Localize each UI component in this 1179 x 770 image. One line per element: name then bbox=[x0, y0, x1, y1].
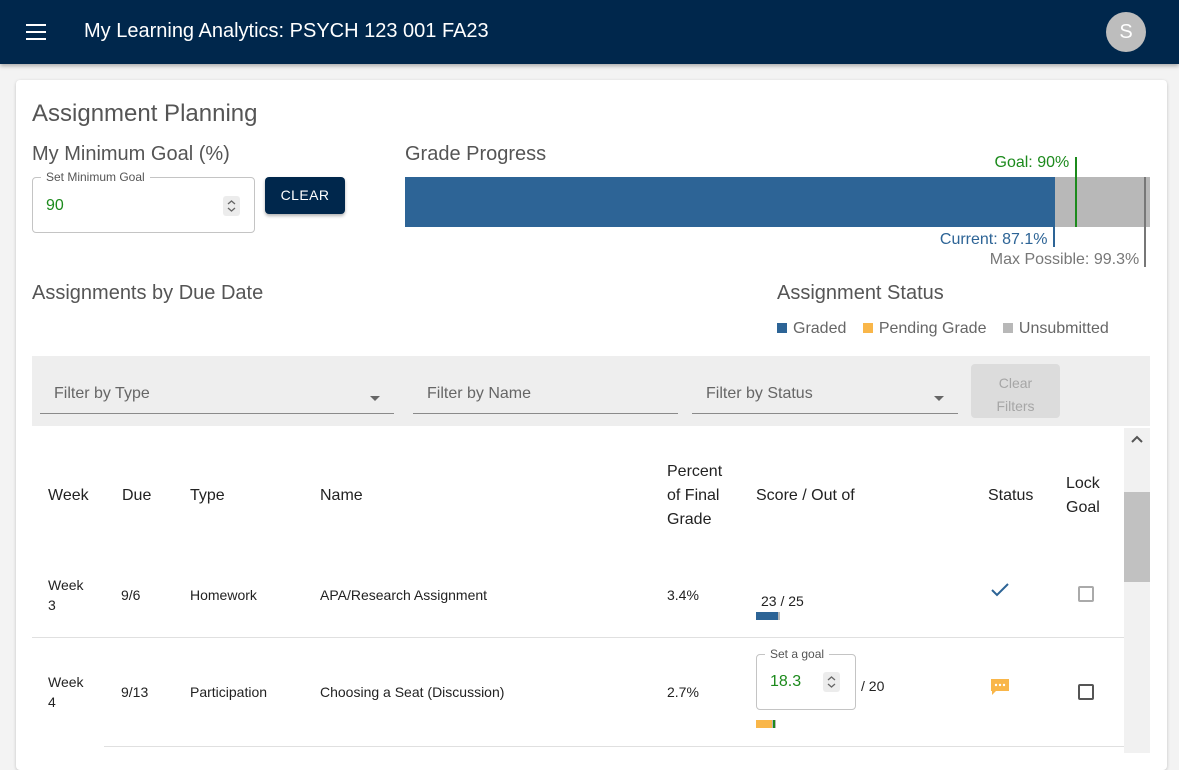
filter-by-name-input[interactable]: Filter by Name bbox=[413, 356, 678, 414]
header-percent-line: Grade bbox=[667, 511, 712, 528]
min-goal-field[interactable]: Set Minimum Goal 90 bbox=[32, 170, 255, 233]
chevron-down-icon bbox=[370, 396, 380, 401]
stepper-icon[interactable] bbox=[823, 672, 840, 692]
due-date-title: Assignments by Due Date bbox=[32, 282, 264, 304]
row2-goal-field[interactable]: Set a goal 18.3 bbox=[756, 647, 856, 710]
scroll-thumb[interactable] bbox=[1124, 492, 1150, 582]
row1-lock-goal-checkbox[interactable] bbox=[1078, 586, 1094, 602]
row2-score-bar bbox=[756, 720, 776, 728]
goal-tick bbox=[773, 720, 775, 728]
row2-week: Week 4 bbox=[48, 672, 84, 712]
legend-unsubmitted: Unsubmitted bbox=[1002, 320, 1109, 338]
row2-percent: 2.7% bbox=[667, 684, 699, 700]
page-title: Assignment Planning bbox=[32, 100, 258, 127]
score-out-of: / 25 bbox=[780, 593, 804, 609]
chevron-up-icon[interactable] bbox=[1131, 434, 1143, 444]
row2-type: Participation bbox=[190, 684, 268, 700]
current-grade-fill bbox=[405, 177, 1054, 227]
filter-name-placeholder: Filter by Name bbox=[427, 385, 532, 402]
row1-score-bar bbox=[756, 612, 780, 620]
clear-goal-button[interactable]: CLEAR bbox=[265, 177, 345, 214]
row2-lock-goal-checkbox[interactable] bbox=[1078, 684, 1094, 700]
clear-filters-button[interactable]: Clear Filters bbox=[971, 364, 1060, 418]
header-lock-line: Goal bbox=[1066, 499, 1100, 516]
legend-pending: Pending Grade bbox=[862, 320, 987, 338]
assignments-table: Week Due Type Name Percent of Final Grad… bbox=[32, 428, 1124, 770]
row1-percent: 3.4% bbox=[667, 587, 699, 603]
filter-by-status-select[interactable]: Filter by Status bbox=[692, 356, 958, 414]
chevron-down-icon bbox=[934, 396, 944, 401]
score-value: 23 bbox=[761, 593, 777, 609]
goal-fill bbox=[756, 720, 773, 728]
legend-label: Graded bbox=[793, 320, 847, 337]
clear-filters-label: Filters bbox=[996, 398, 1035, 414]
legend-graded: Graded bbox=[777, 320, 846, 338]
graded-swatch bbox=[777, 323, 787, 333]
header-percent: Percent of Final Grade bbox=[667, 460, 722, 532]
legend-label: Pending Grade bbox=[878, 320, 987, 337]
set-goal-label: Set a goal bbox=[765, 647, 830, 661]
current-marker bbox=[1052, 177, 1055, 247]
row2-out-of: / 20 bbox=[861, 678, 885, 694]
avatar[interactable]: S bbox=[1106, 12, 1146, 52]
app-title: My Learning Analytics: PSYCH 123 001 FA2… bbox=[84, 20, 489, 42]
app-bar: My Learning Analytics: PSYCH 123 001 FA2… bbox=[0, 0, 1179, 64]
goal-marker bbox=[1074, 157, 1077, 227]
status-legend-title: Assignment Status bbox=[777, 282, 944, 304]
min-goal-field-label: Set Minimum Goal bbox=[41, 170, 150, 184]
menu-icon[interactable] bbox=[26, 24, 46, 40]
header-status: Status bbox=[988, 487, 1034, 504]
grade-progress-bar bbox=[405, 177, 1150, 227]
week-label: Week bbox=[48, 577, 84, 593]
header-name: Name bbox=[320, 487, 363, 504]
header-score: Score / Out of bbox=[756, 487, 855, 504]
header-lock-line: Lock bbox=[1066, 475, 1100, 492]
header-week: Week bbox=[48, 487, 89, 504]
max-possible-label: Max Possible: 99.3% bbox=[989, 251, 1140, 268]
row1-score: 23 / 25 bbox=[761, 591, 804, 611]
filter-type-placeholder: Filter by Type bbox=[54, 385, 150, 402]
week-number: 3 bbox=[48, 597, 56, 613]
row1-due: 9/6 bbox=[121, 587, 141, 603]
assignment-planning-card: Assignment Planning My Minimum Goal (%) … bbox=[16, 80, 1167, 770]
row2-name: Choosing a Seat (Discussion) bbox=[320, 684, 505, 700]
unsubmitted-swatch bbox=[1002, 323, 1013, 333]
row1-week: Week 3 bbox=[48, 575, 84, 615]
table-scrollbar[interactable] bbox=[1124, 428, 1150, 753]
grade-progress-title: Grade Progress bbox=[405, 143, 547, 165]
filter-by-type-select[interactable]: Filter by Type bbox=[40, 356, 394, 414]
score-fill bbox=[756, 612, 779, 620]
header-type: Type bbox=[190, 487, 225, 504]
header-lock-goal: Lock Goal bbox=[1066, 472, 1100, 520]
filter-status-placeholder: Filter by Status bbox=[706, 385, 813, 402]
min-goal-title: My Minimum Goal (%) bbox=[32, 143, 230, 165]
row1-name: APA/Research Assignment bbox=[320, 587, 488, 603]
pending-swatch bbox=[862, 323, 873, 333]
legend-label: Unsubmitted bbox=[1018, 320, 1109, 337]
max-possible-marker bbox=[1143, 177, 1146, 267]
row2-goal-value[interactable]: 18.3 bbox=[770, 673, 801, 691]
comment-icon bbox=[989, 677, 1011, 702]
header-due: Due bbox=[122, 487, 152, 504]
check-icon bbox=[990, 582, 1010, 603]
filter-bar: Filter by Type Filter by Name Filter by … bbox=[32, 356, 1150, 426]
row-divider bbox=[32, 637, 1124, 638]
header-percent-line: Percent bbox=[667, 463, 723, 480]
stepper-icon[interactable] bbox=[223, 196, 240, 216]
goal-label: Goal: 90% bbox=[994, 154, 1070, 171]
min-goal-value[interactable]: 90 bbox=[46, 197, 64, 215]
row2-due: 9/13 bbox=[121, 684, 149, 700]
week-number: 4 bbox=[48, 694, 56, 710]
week-label: Week bbox=[48, 674, 84, 690]
clear-filters-label: Clear bbox=[998, 375, 1033, 391]
row-divider bbox=[104, 746, 1124, 747]
current-label: Current: 87.1% bbox=[939, 231, 1048, 248]
status-legend: Graded Pending Grade Unsubmitted bbox=[777, 320, 1121, 338]
header-percent-line: of Final bbox=[667, 487, 720, 504]
row1-type: Homework bbox=[190, 587, 257, 603]
